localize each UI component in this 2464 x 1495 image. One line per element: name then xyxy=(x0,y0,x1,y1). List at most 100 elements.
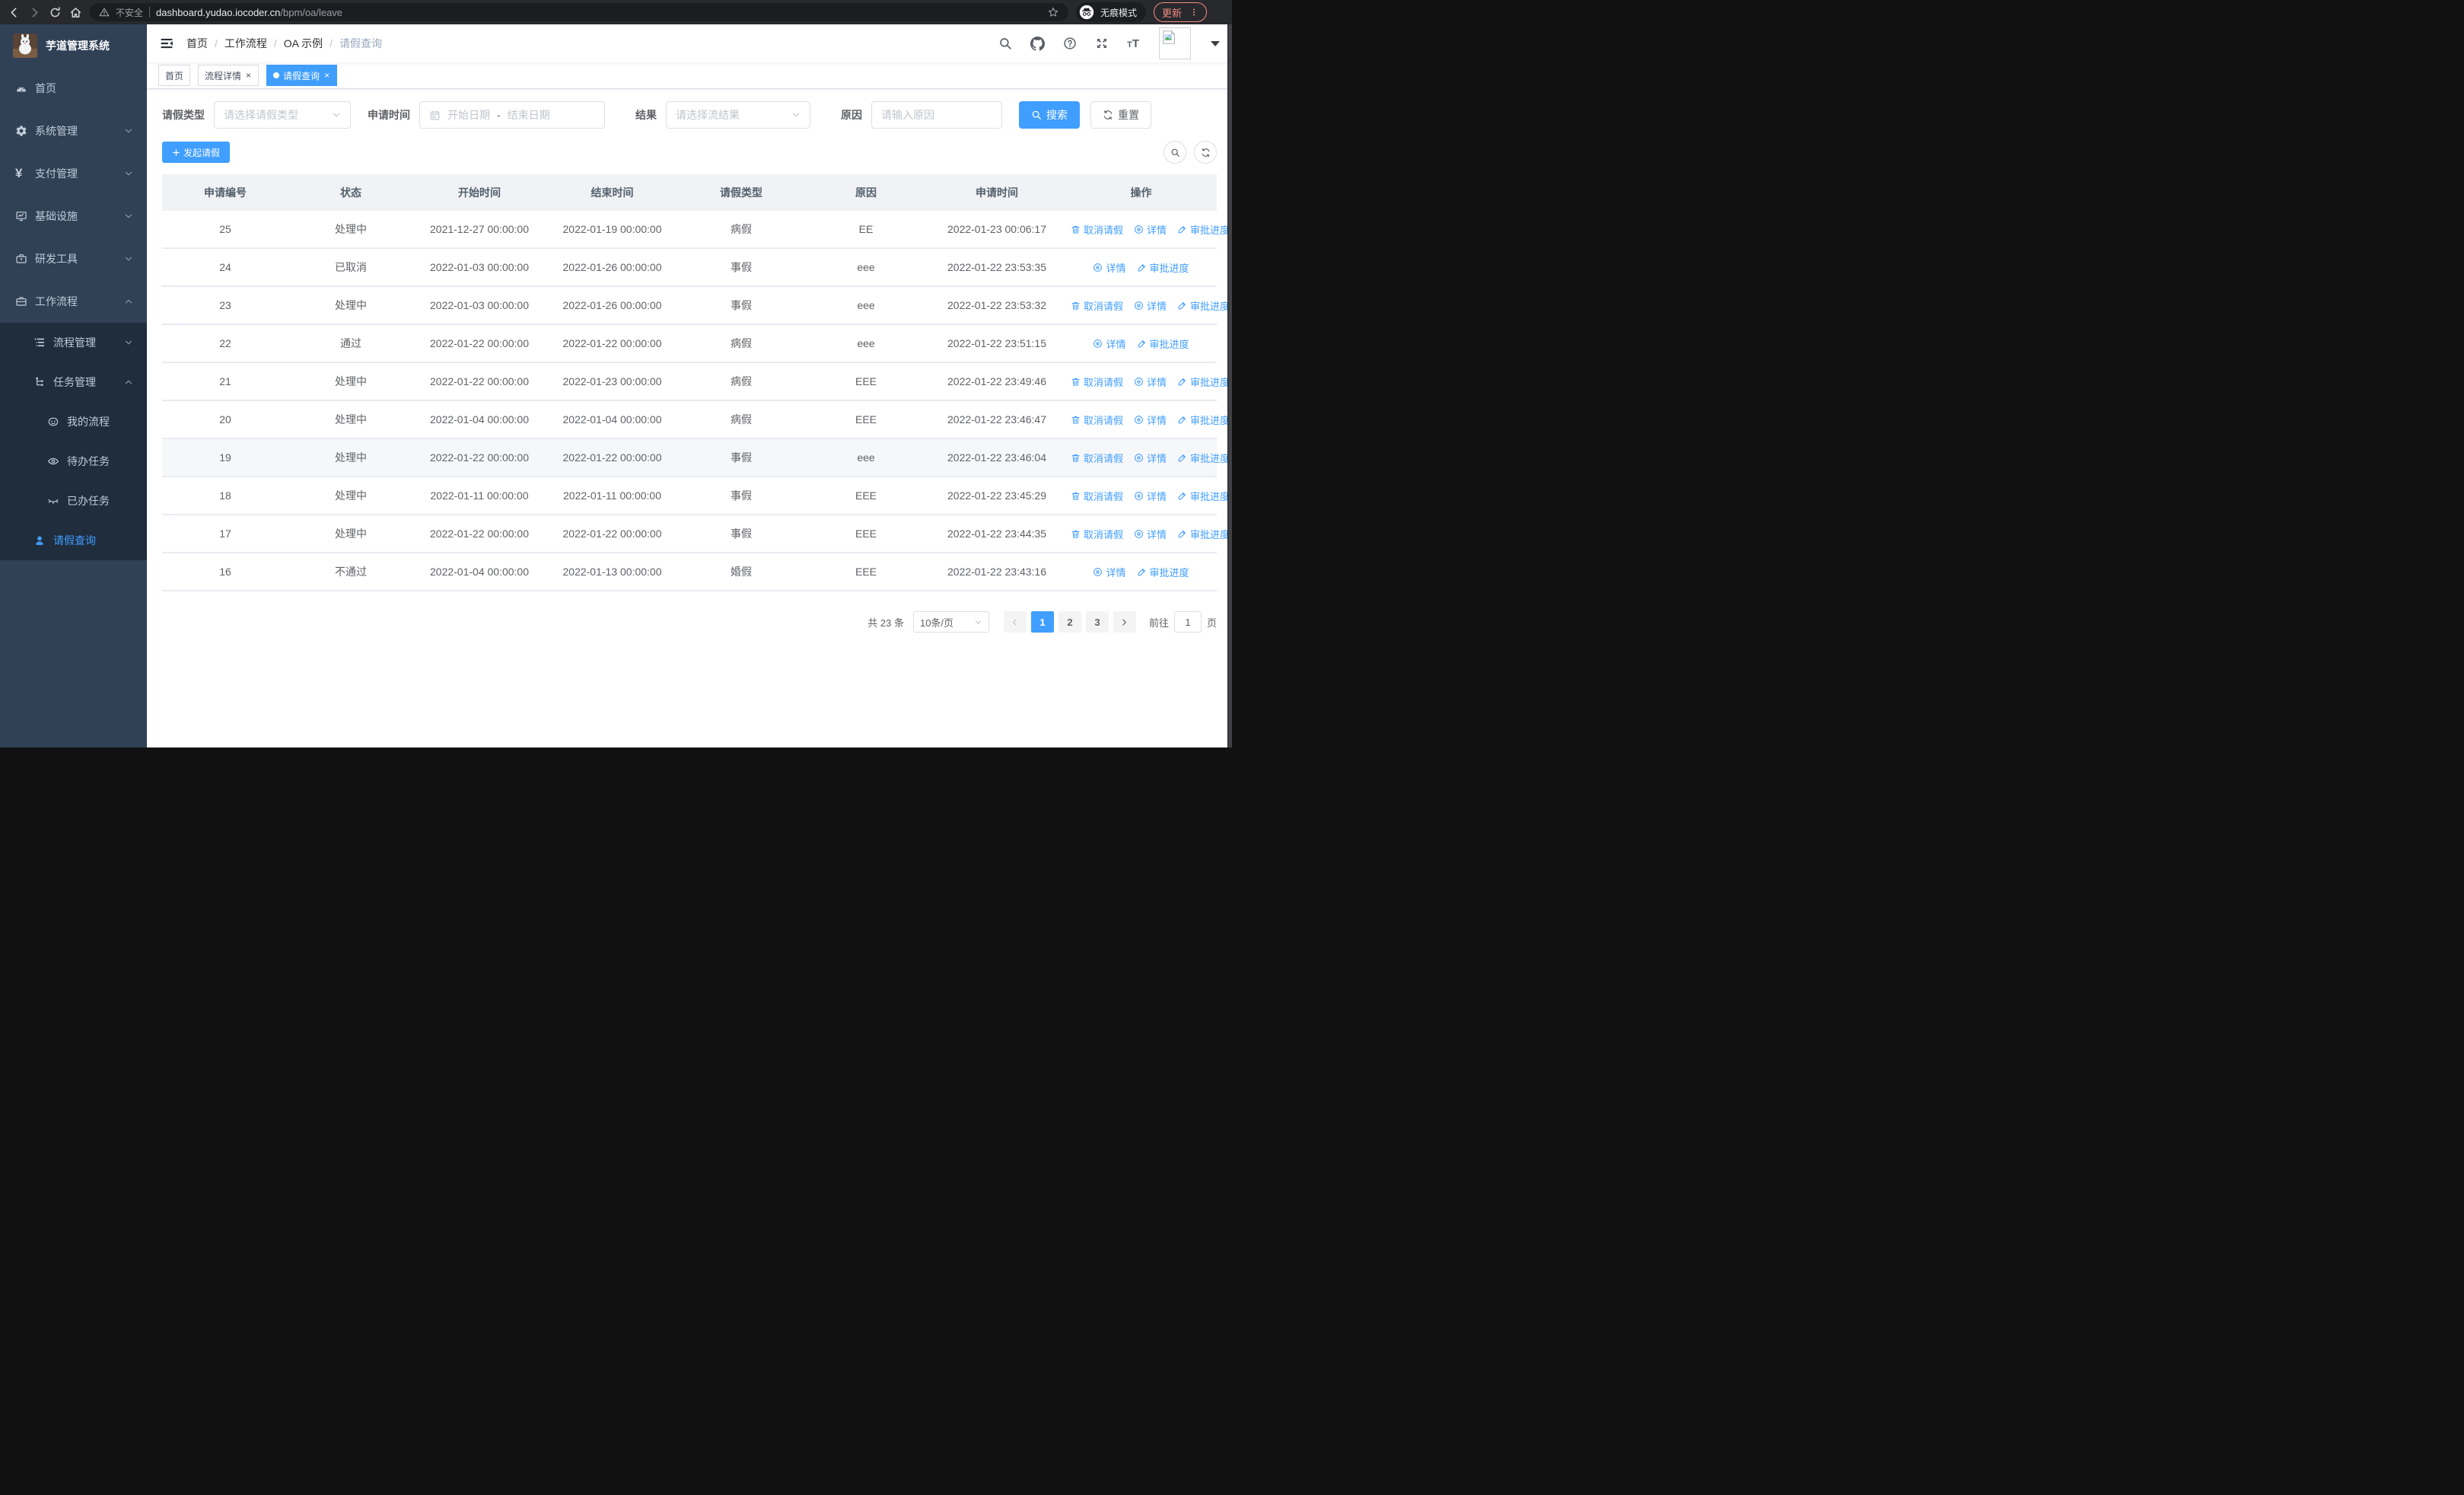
back-icon[interactable] xyxy=(8,6,21,19)
action-cancel-link[interactable]: 取消请假 xyxy=(1071,298,1123,313)
sidebar-item[interactable]: 系统管理 xyxy=(0,110,147,152)
page-button-1[interactable]: 1 xyxy=(1030,611,1054,633)
apply-time-label: 申请时间 xyxy=(368,109,410,121)
sidebar-item[interactable]: 研发工具 xyxy=(0,237,147,280)
sidebar-item[interactable]: 任务管理 xyxy=(0,362,147,402)
url-bar[interactable]: 不安全 dashboard.yudao.iocoder.cn/bpm/oa/le… xyxy=(90,3,1068,21)
bookmark-star-icon[interactable] xyxy=(1047,6,1059,18)
tab-item[interactable]: 首页 xyxy=(158,65,191,86)
reason-input[interactable] xyxy=(871,101,1002,129)
action-cancel-link[interactable]: 取消请假 xyxy=(1071,222,1123,237)
help-icon[interactable] xyxy=(1063,37,1077,50)
view-icon xyxy=(1134,453,1144,463)
apply-time-range-picker[interactable]: 开始日期 - 结束日期 xyxy=(419,101,605,129)
cell-type: 事假 xyxy=(679,477,804,515)
view-icon xyxy=(1134,225,1144,234)
tab-close-icon[interactable]: × xyxy=(323,71,330,80)
cell-end: 2022-01-23 00:00:00 xyxy=(546,362,679,401)
forward-icon[interactable] xyxy=(28,6,41,19)
tab-active[interactable]: 请假查询 × xyxy=(266,65,338,86)
next-page-button[interactable] xyxy=(1113,611,1136,633)
breadcrumb-item[interactable]: 首页 xyxy=(186,36,208,51)
avatar[interactable] xyxy=(1159,27,1191,59)
fullscreen-icon[interactable] xyxy=(1095,37,1109,50)
search-button[interactable]: 搜索 xyxy=(1019,101,1080,129)
browser-update-button[interactable]: 更新 xyxy=(1154,2,1208,22)
action-progress-link[interactable]: 审批进度 xyxy=(1177,222,1230,237)
tab-close-icon[interactable]: × xyxy=(245,71,252,80)
sidebar-item[interactable]: 工作流程 xyxy=(0,280,147,323)
action-detail-link[interactable]: 详情 xyxy=(1134,489,1167,503)
action-cancel-link[interactable]: 取消请假 xyxy=(1071,413,1123,427)
cell-actions: 取消请假 详情 审批进度 xyxy=(1065,400,1230,439)
github-icon[interactable] xyxy=(1030,36,1046,51)
avatar-caret-down-icon[interactable] xyxy=(1211,40,1220,46)
sidebar-item[interactable]: 流程管理 xyxy=(0,323,147,362)
reload-icon[interactable] xyxy=(49,6,62,19)
create-leave-button[interactable]: 发起请假 xyxy=(162,142,231,163)
sidebar-item[interactable]: 我的流程 xyxy=(0,402,147,441)
action-cancel-link[interactable]: 取消请假 xyxy=(1071,375,1123,389)
cell-type: 事假 xyxy=(679,248,804,287)
cell-end: 2022-01-26 00:00:00 xyxy=(546,248,679,287)
action-detail-link[interactable]: 详情 xyxy=(1134,527,1167,541)
action-progress-link[interactable]: 审批进度 xyxy=(1177,451,1230,465)
action-progress-link[interactable]: 审批进度 xyxy=(1137,260,1189,275)
action-cancel-link[interactable]: 取消请假 xyxy=(1071,451,1123,465)
goto-page-input[interactable] xyxy=(1173,611,1202,633)
cell-status: 处理中 xyxy=(288,515,413,553)
breadcrumb-item[interactable]: OA 示例 xyxy=(284,36,323,51)
page-button-2[interactable]: 2 xyxy=(1058,611,1081,633)
action-detail-link[interactable]: 详情 xyxy=(1093,260,1126,275)
page-size-select[interactable]: 10条/页 xyxy=(912,611,989,633)
cell-start: 2022-01-03 00:00:00 xyxy=(413,248,546,287)
tab-item[interactable]: 流程详情 × xyxy=(198,65,259,86)
prev-page-button[interactable] xyxy=(1003,611,1027,633)
sidebar-item[interactable]: ¥ 支付管理 xyxy=(0,152,147,195)
sidebar-item[interactable]: 已办任务 xyxy=(0,481,147,521)
action-progress-link[interactable]: 审批进度 xyxy=(1137,565,1189,579)
sidebar-item-label: 基础设施 xyxy=(35,210,78,222)
action-cancel-link[interactable]: 取消请假 xyxy=(1071,527,1123,541)
action-detail-link[interactable]: 详情 xyxy=(1093,565,1126,579)
toggle-search-button[interactable] xyxy=(1164,141,1186,164)
url-divider xyxy=(149,7,151,18)
action-progress-link[interactable]: 审批进度 xyxy=(1177,489,1230,503)
action-detail-link[interactable]: 详情 xyxy=(1134,375,1167,389)
leave-type-select[interactable]: 请选择请假类型 xyxy=(214,101,351,129)
share-nodes-icon xyxy=(33,376,46,388)
font-size-icon[interactable]: TT xyxy=(1127,37,1139,50)
action-cancel-link[interactable]: 取消请假 xyxy=(1071,489,1123,503)
action-detail-link[interactable]: 详情 xyxy=(1134,413,1167,427)
sidebar-item[interactable]: 基础设施 xyxy=(0,195,147,237)
refresh-table-button[interactable] xyxy=(1194,141,1217,164)
cell-actions: 取消请假 详情 审批进度 xyxy=(1065,211,1230,249)
breadcrumb-item[interactable]: 工作流程 xyxy=(224,36,267,51)
refresh-icon xyxy=(1201,148,1211,158)
action-detail-link[interactable]: 详情 xyxy=(1093,336,1126,351)
sidebar-item[interactable]: 首页 xyxy=(0,67,147,110)
url-text[interactable]: dashboard.yudao.iocoder.cn/bpm/oa/leave xyxy=(156,7,342,18)
action-detail-link[interactable]: 详情 xyxy=(1134,222,1167,237)
action-progress-link[interactable]: 审批进度 xyxy=(1177,527,1230,541)
sidebar-item[interactable]: 请假查询 xyxy=(0,521,147,560)
security-label[interactable]: 不安全 xyxy=(116,6,143,19)
table-row: 22 通过 2022-01-22 00:00:00 2022-01-22 00:00:… xyxy=(162,324,1217,363)
browser-menu-icon[interactable] xyxy=(1189,7,1199,18)
page-button-3[interactable]: 3 xyxy=(1085,611,1109,633)
action-detail-link[interactable]: 详情 xyxy=(1134,298,1167,313)
action-label: 审批进度 xyxy=(1190,490,1230,502)
header-search-icon[interactable] xyxy=(998,37,1012,50)
sidebar-item[interactable]: 待办任务 xyxy=(0,441,147,481)
action-progress-link[interactable]: 审批进度 xyxy=(1177,298,1230,313)
action-detail-link[interactable]: 详情 xyxy=(1134,451,1167,465)
home-icon[interactable] xyxy=(69,6,82,19)
action-progress-link[interactable]: 审批进度 xyxy=(1177,413,1230,427)
sidebar-toggle-icon[interactable] xyxy=(159,36,174,51)
action-progress-link[interactable]: 审批进度 xyxy=(1137,336,1189,351)
action-progress-link[interactable]: 审批进度 xyxy=(1177,375,1230,389)
cell-status: 处理中 xyxy=(288,400,413,439)
result-select[interactable]: 请选择流结果 xyxy=(666,101,810,129)
page-scrollbar[interactable] xyxy=(1227,24,1232,748)
reset-button[interactable]: 重置 xyxy=(1090,101,1151,129)
